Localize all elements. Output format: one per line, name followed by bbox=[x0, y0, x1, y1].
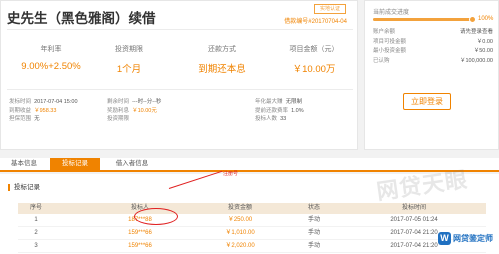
table-row: 3 159***66 ￥2,020.00 手动 2017-07-04 21:20 bbox=[18, 240, 486, 253]
info-value: 33 bbox=[280, 116, 287, 122]
verification-tag[interactable]: 实地认证 bbox=[314, 4, 346, 14]
stat-label: 投资期限 bbox=[115, 46, 143, 53]
progress-knob bbox=[469, 16, 476, 23]
progress-title: 当前成交进度 bbox=[373, 10, 410, 16]
cell-status: 手动 bbox=[307, 243, 320, 249]
summary-key: 最小投资金额 bbox=[373, 48, 407, 54]
cell-seq: 2 bbox=[34, 230, 38, 236]
annotation-label: 注册号 bbox=[223, 171, 239, 177]
info-value: ---时--分--秒 bbox=[132, 99, 162, 105]
cell-seq: 1 bbox=[34, 217, 38, 223]
info-col-2: 剩余时间 ---时--分--秒 奖励利息 ￥10.00元 投资期限 bbox=[107, 98, 161, 124]
summary-key: 项目可投金额 bbox=[373, 38, 407, 45]
summary-row: 已认购 ￥100,000.00 bbox=[373, 57, 493, 67]
summary-key: 已认购 bbox=[373, 57, 390, 64]
summary-key: 账户余额 bbox=[373, 29, 396, 35]
divider bbox=[7, 29, 353, 30]
info-key: 到期收益 bbox=[9, 107, 32, 114]
info-value: 1.0% bbox=[291, 107, 304, 114]
info-key: 发标时间 bbox=[9, 99, 32, 105]
bid-records-table: 序号 投标人 投资金额 状态 投标时间 1 187***88 ￥250.00 手… bbox=[18, 203, 486, 253]
progress-percent: 100% bbox=[478, 16, 494, 22]
stat-value: ￥10.00万 bbox=[292, 64, 336, 75]
info-col-1: 发标时间 2017-07-04 15:00 到期收益 ￥958.33 担保范围 … bbox=[9, 98, 78, 124]
cell-amount: ￥2,020.00 bbox=[225, 243, 255, 249]
stat-value: 9.00%+2.50% bbox=[21, 61, 81, 72]
loan-summary-card: 史先生（黑色雅阁）续借 实地认证 借款编号#20170704-04 年利率 9.… bbox=[0, 0, 358, 150]
info-value: 2017-07-04 15:00 bbox=[34, 99, 78, 105]
stat-interest-rate: 年利率 9.00%+2.50% bbox=[16, 45, 86, 72]
loan-title: 史先生（黑色雅阁）续借 bbox=[7, 11, 156, 26]
login-button[interactable]: 立即登录 bbox=[403, 93, 451, 110]
tab-bid-records[interactable]: 投标记录 bbox=[50, 158, 100, 170]
cell-status: 手动 bbox=[307, 217, 320, 223]
logo-text: 网贷鉴定师 bbox=[453, 234, 493, 243]
cell-status: 手动 bbox=[307, 230, 320, 236]
header-seq: 序号 bbox=[29, 205, 42, 211]
info-key: 投资期限 bbox=[107, 116, 130, 122]
info-key: 投标人数 bbox=[255, 116, 278, 122]
info-key: 年化最大赚 bbox=[255, 99, 283, 105]
stat-label: 项目金额（元） bbox=[289, 46, 339, 53]
watermark-logo: W 网贷鉴定师 bbox=[438, 232, 493, 245]
progress-bar bbox=[373, 16, 476, 23]
stat-project-amount: 项目金额（元） ￥10.00万 bbox=[279, 45, 349, 75]
stat-term: 投资期限 1个月 bbox=[94, 45, 164, 75]
logo-mark-icon: W bbox=[438, 232, 451, 245]
summary-row: 账户余额 请先登录查看 bbox=[373, 28, 493, 38]
stat-label: 年利率 bbox=[40, 46, 62, 53]
info-value: 无限制 bbox=[285, 99, 303, 105]
summary-value: ￥0.00 bbox=[476, 38, 493, 45]
summary-value: 请先登录查看 bbox=[459, 29, 493, 35]
info-key: 担保范围 bbox=[9, 116, 32, 122]
table-header: 序号 投标人 投资金额 状态 投标时间 bbox=[18, 203, 486, 214]
info-value: ￥10.00元 bbox=[132, 107, 157, 114]
progress-fill bbox=[373, 18, 473, 21]
info-value: ￥958.33 bbox=[34, 107, 57, 114]
summary-value: ￥50.00 bbox=[473, 48, 493, 54]
tab-borrower-info[interactable]: 借入者信息 bbox=[104, 158, 160, 170]
info-key: 提前还款费率 bbox=[255, 107, 289, 114]
info-key: 剩余时间 bbox=[107, 99, 130, 105]
cell-amount: ￥1,010.00 bbox=[225, 230, 255, 236]
summary-row: 最小投资金额 ￥50.00 bbox=[373, 47, 493, 57]
section-title: 投标记录 bbox=[8, 184, 40, 191]
summary-row: 项目可投金额 ￥0.00 bbox=[373, 38, 493, 48]
stat-value: 到期还本息 bbox=[198, 64, 246, 75]
table-row: 1 187***88 ￥250.00 手动 2017-07-05 01:24 bbox=[18, 214, 486, 227]
stat-label: 还款方式 bbox=[208, 46, 236, 53]
stat-repayment: 还款方式 到期还本息 bbox=[187, 45, 257, 75]
cell-investor: 159***66 bbox=[128, 230, 152, 236]
cell-seq: 3 bbox=[34, 243, 38, 249]
progress-card: 当前成交进度 100% 账户余额 请先登录查看 项目可投金额 ￥0.00 最小投资金… bbox=[364, 0, 499, 150]
table-row: 2 159***66 ￥1,010.00 手动 2017-07-04 21:20 bbox=[18, 227, 486, 240]
cell-amount: ￥250.00 bbox=[227, 217, 253, 223]
summary-value: ￥100,000.00 bbox=[459, 57, 493, 64]
stat-value: 1个月 bbox=[116, 64, 142, 75]
loan-number: 借款编号#20170704-04 bbox=[284, 19, 347, 25]
info-key: 奖励利息 bbox=[107, 107, 130, 114]
cell-time: 2017-07-05 01:24 bbox=[390, 217, 438, 223]
annotation-ellipse bbox=[134, 208, 178, 225]
cell-investor: 159***66 bbox=[128, 243, 152, 249]
header-status: 状态 bbox=[307, 205, 320, 211]
info-col-3: 年化最大赚 无限制 提前还款费率 1.0% 投标人数 33 bbox=[255, 98, 304, 124]
divider bbox=[7, 89, 353, 90]
header-amount: 投资金额 bbox=[227, 205, 252, 211]
info-value: 无 bbox=[34, 116, 40, 122]
account-summary: 账户余额 请先登录查看 项目可投金额 ￥0.00 最小投资金额 ￥50.00 已认购 ￥… bbox=[373, 28, 493, 66]
tab-basic-info[interactable]: 基本信息 bbox=[0, 158, 48, 170]
